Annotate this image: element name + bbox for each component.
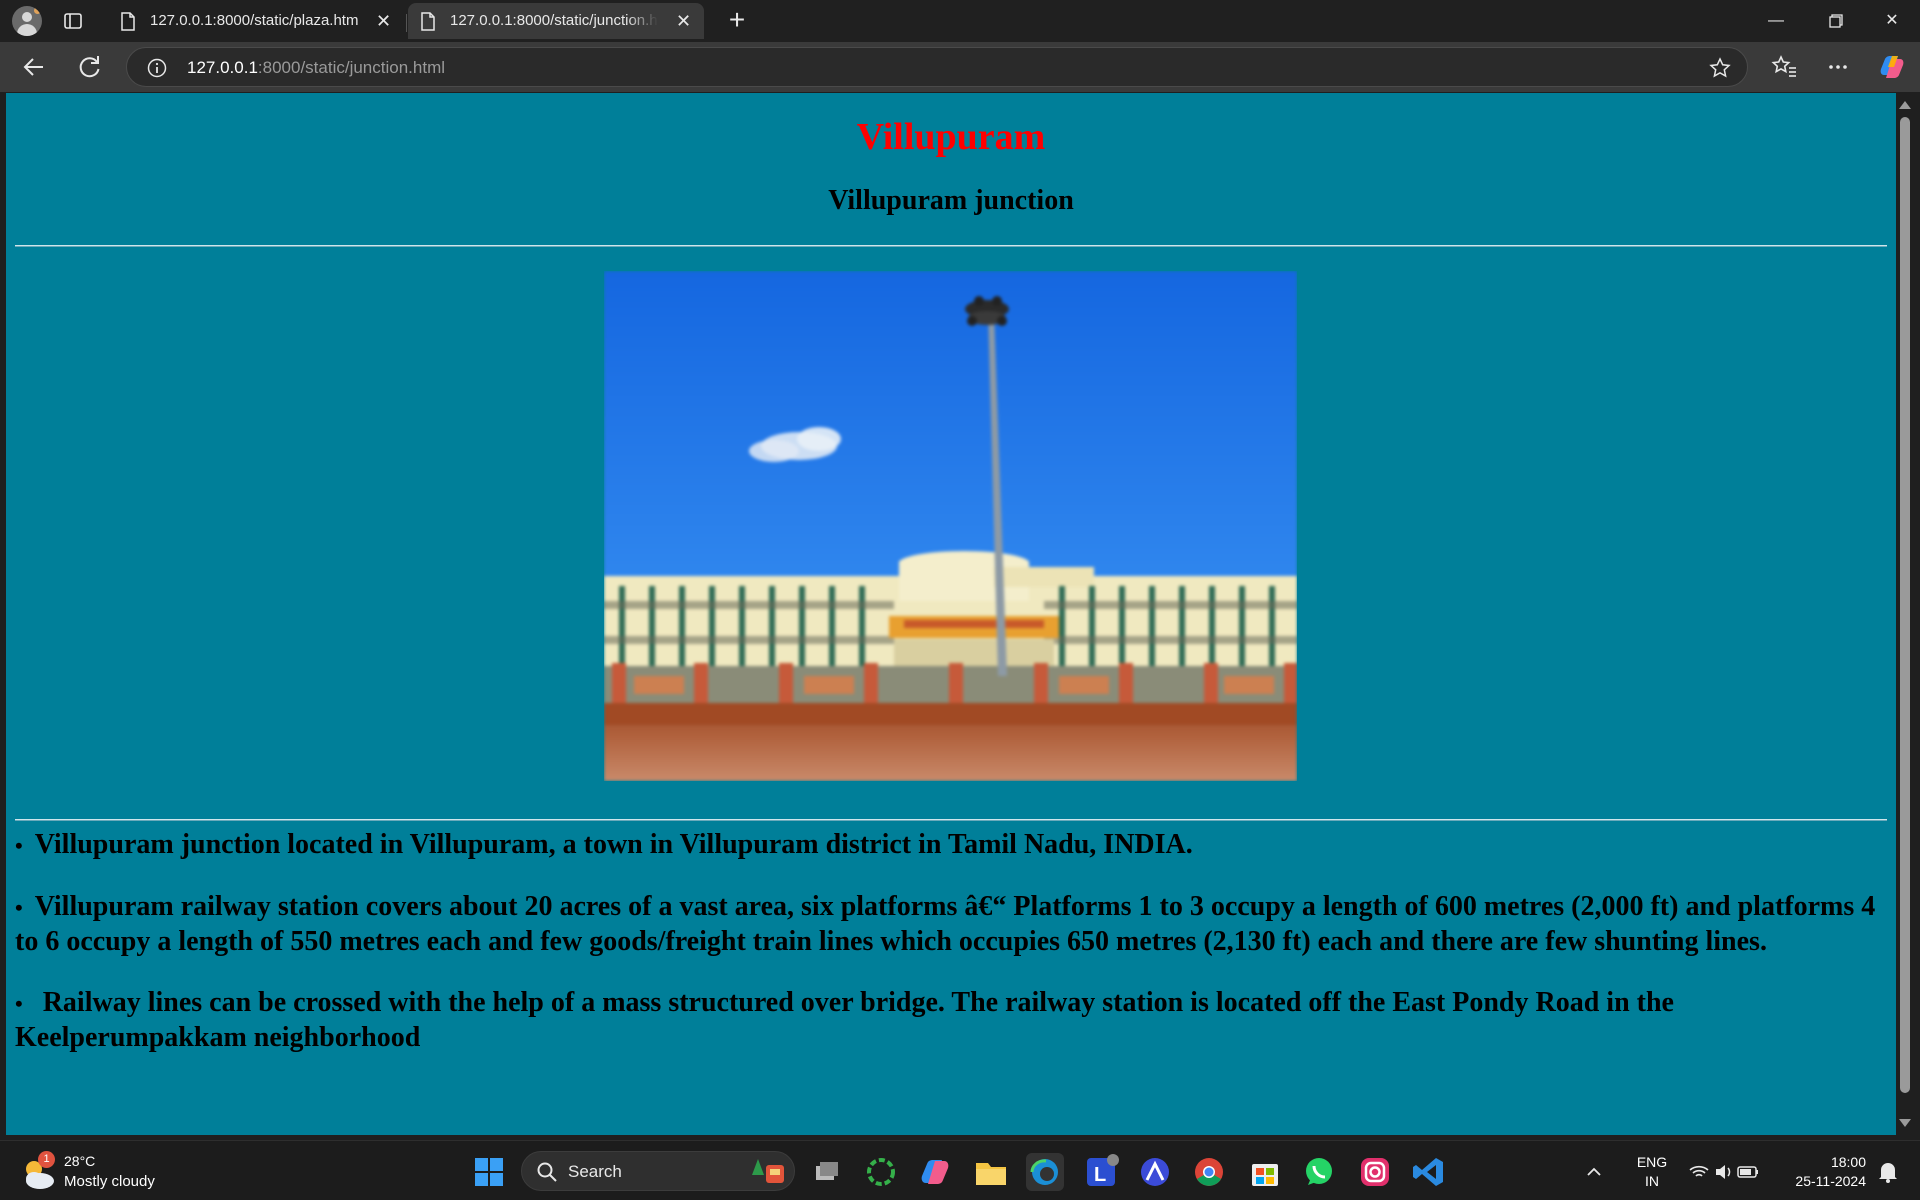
favorites-icon[interactable] xyxy=(1768,51,1800,83)
search-highlight-icon xyxy=(752,1159,784,1183)
url-text: 127.0.0.1:8000/static/junction.html xyxy=(187,58,446,77)
language-indicator[interactable]: ENG IN xyxy=(1626,1153,1678,1191)
copilot-taskbar-icon[interactable] xyxy=(916,1153,954,1191)
file-explorer-icon[interactable] xyxy=(972,1153,1010,1191)
spinner-app-icon[interactable] xyxy=(862,1153,900,1191)
page-subtitle: Villupuram junction xyxy=(828,185,1074,216)
document-icon xyxy=(120,12,136,35)
back-icon[interactable] xyxy=(18,51,50,83)
divider xyxy=(15,819,1887,821)
info-list: • Villupuram junction located in Villupur… xyxy=(15,828,1887,1082)
edge-browser-icon[interactable] xyxy=(1026,1153,1064,1191)
tab-title: 127.0.0.1:8000/static/junction.html xyxy=(450,12,658,29)
taskbar-search[interactable]: Search xyxy=(521,1151,795,1191)
weather-badge: 1 xyxy=(38,1151,55,1168)
scroll-up-arrow-icon[interactable] xyxy=(1899,101,1911,109)
list-item: • Railway lines can be crossed with the h… xyxy=(15,987,1674,1053)
tab-junction[interactable]: 127.0.0.1:8000/static/junction.html ✕ xyxy=(408,3,704,39)
refresh-icon[interactable] xyxy=(74,51,106,83)
minimize-button[interactable]: — xyxy=(1746,0,1806,42)
weather-temp: 28°C xyxy=(64,1153,96,1169)
copilot-icon[interactable] xyxy=(1876,51,1908,83)
restore-button[interactable] xyxy=(1806,0,1866,42)
tab-plaza[interactable]: 127.0.0.1:8000/static/plaza.html ✕ xyxy=(108,3,404,39)
store-icon[interactable] xyxy=(1246,1153,1284,1191)
close-window-button[interactable]: ✕ xyxy=(1862,0,1920,42)
tab-strip: 127.0.0.1:8000/static/plaza.html ✕ 127.0… xyxy=(0,0,1920,42)
page-scrollbar[interactable] xyxy=(1896,93,1914,1135)
page-viewport: Villupuram Villupuram junction • Villupu… xyxy=(6,93,1896,1135)
l-app-icon[interactable]: L xyxy=(1082,1153,1120,1191)
svg-text:L: L xyxy=(1094,1164,1106,1186)
divider xyxy=(15,245,1887,247)
scrollbar-thumb[interactable] xyxy=(1900,117,1910,1093)
search-icon xyxy=(537,1162,557,1182)
address-bar[interactable]: 127.0.0.1:8000/static/junction.html xyxy=(126,47,1748,87)
affinity-app-icon[interactable] xyxy=(1136,1153,1174,1191)
navigation-bar: 127.0.0.1:8000/static/junction.html xyxy=(0,42,1920,92)
profile-avatar[interactable] xyxy=(12,6,42,36)
close-tab-icon[interactable]: ✕ xyxy=(376,12,391,30)
page-title: Villupuram xyxy=(856,116,1046,158)
tab-title: 127.0.0.1:8000/static/plaza.html xyxy=(150,12,358,29)
close-tab-icon[interactable]: ✕ xyxy=(676,12,691,30)
whatsapp-icon[interactable] xyxy=(1300,1153,1338,1191)
station-photo xyxy=(604,271,1297,781)
more-options-icon[interactable] xyxy=(1822,51,1854,83)
list-item: • Villupuram junction located in Villupur… xyxy=(15,829,1193,860)
clock[interactable]: 18:00 25-11-2024 xyxy=(1776,1153,1866,1191)
site-info-icon[interactable] xyxy=(147,58,167,83)
instagram-icon[interactable] xyxy=(1356,1153,1394,1191)
task-view-icon[interactable] xyxy=(808,1153,846,1191)
list-item: • Villupuram railway station covers about… xyxy=(15,891,1876,957)
taskbar: 1 28°C Mostly cloudy Search L ENG IN 18:… xyxy=(0,1140,1920,1200)
new-tab-button[interactable]: + xyxy=(722,6,752,36)
vscode-icon[interactable] xyxy=(1410,1153,1448,1191)
start-windows-icon[interactable] xyxy=(470,1153,508,1191)
tab-actions-icon[interactable] xyxy=(62,10,84,32)
chrome-icon[interactable] xyxy=(1190,1153,1228,1191)
document-icon xyxy=(420,12,436,35)
scroll-down-arrow-icon[interactable] xyxy=(1899,1119,1911,1127)
weather-widget[interactable]: 1 28°C Mostly cloudy xyxy=(20,1151,180,1193)
favorite-star-icon[interactable] xyxy=(1709,57,1731,84)
system-tray-icons[interactable] xyxy=(1686,1153,1762,1191)
weather-condition: Mostly cloudy xyxy=(64,1173,155,1190)
notification-bell-icon[interactable] xyxy=(1874,1153,1902,1191)
show-hidden-icons-icon[interactable] xyxy=(1582,1153,1606,1191)
